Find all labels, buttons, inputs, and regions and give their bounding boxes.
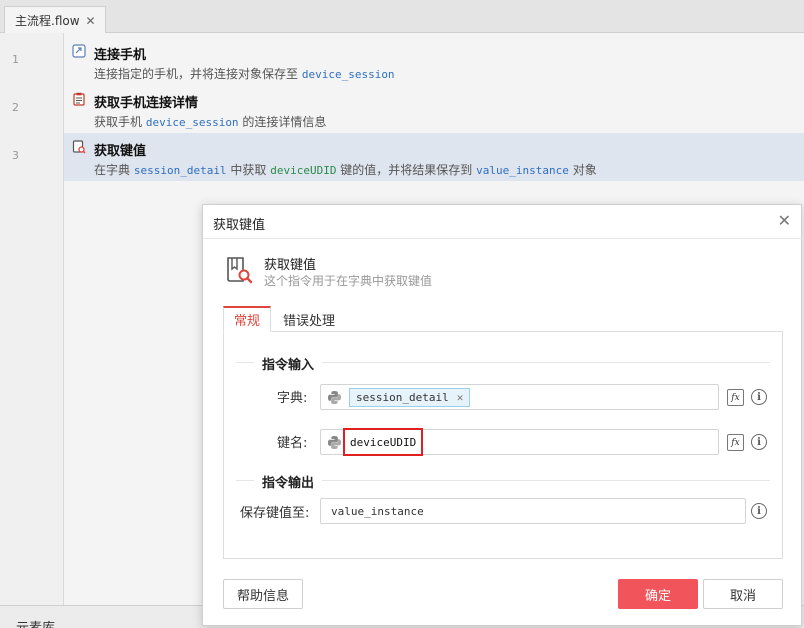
variable-chip: session_detail ✕ (349, 388, 471, 407)
clipboard-icon (73, 92, 85, 106)
variable-token: value_instance (476, 164, 569, 177)
flow-step-get-connection-details[interactable]: 获取手机连接详情 获取手机 device_session 的连接详情信息 (64, 85, 804, 133)
cancel-button[interactable]: 取消 (703, 579, 783, 609)
save-field[interactable]: value_instance (320, 498, 746, 524)
step-desc: 连接指定的手机，并将连接对象保存至 device_session (94, 67, 395, 81)
key-value-highlight[interactable]: deviceUDID (343, 428, 423, 456)
variable-token: device_session (301, 68, 395, 81)
link-icon (72, 44, 86, 58)
info-icon[interactable]: i (751, 503, 767, 519)
step-title: 连接手机 (94, 48, 147, 63)
tab-label: 主流程.flow (15, 14, 80, 28)
step-desc: 获取手机 device_session 的连接详情信息 (94, 115, 327, 129)
chip-remove-icon[interactable]: ✕ (457, 391, 464, 404)
save-value: value_instance (331, 505, 424, 518)
general-panel: 指令输入 字典: session_detail ✕ fx i 键名: devic… (223, 331, 783, 559)
variable-token: session_detail (133, 164, 227, 177)
flow-step-connect-phone[interactable]: 连接手机 连接指定的手机，并将连接对象保存至 device_session (64, 37, 804, 85)
dictionary-search-icon (72, 140, 86, 154)
ok-button[interactable]: 确定 (618, 579, 698, 609)
chip-label: session_detail (356, 391, 449, 404)
info-icon[interactable]: i (751, 389, 767, 405)
key-label: 键名: (277, 436, 308, 451)
close-icon[interactable]: ✕ (778, 211, 791, 230)
key-token: deviceUDID (270, 164, 337, 177)
tab-main-flow[interactable]: 主流程.flow ✕ (4, 6, 106, 34)
line-number: 2 (12, 101, 19, 114)
step-title: 获取手机连接详情 (94, 96, 199, 111)
info-icon[interactable]: i (751, 434, 767, 450)
variable-token: device_session (145, 116, 239, 129)
python-icon (327, 435, 342, 450)
line-number: 1 (12, 53, 19, 66)
command-description: 这个指令用于在字典中获取键值 (264, 274, 433, 288)
dictionary-search-icon (227, 257, 253, 284)
save-label: 保存键值至: (240, 506, 310, 521)
dialog-header: 获取键值 ✕ (203, 205, 803, 239)
help-button[interactable]: 帮助信息 (223, 579, 303, 609)
tab-general[interactable]: 常规 (223, 306, 272, 332)
input-section-header: 指令输入 (236, 354, 770, 373)
fx-expression-icon[interactable]: fx (727, 434, 744, 451)
element-library-label: 元素库 (16, 617, 55, 628)
command-name: 获取键值 (264, 258, 317, 273)
dict-label: 字典: (277, 391, 308, 406)
step-title: 获取键值 (94, 144, 147, 159)
python-icon (327, 390, 342, 405)
line-gutter: 1 2 3 (0, 33, 64, 605)
output-section-header: 指令输出 (236, 472, 770, 491)
dict-field[interactable]: session_detail ✕ (320, 384, 719, 410)
key-field[interactable]: deviceUDID (320, 428, 719, 456)
step-desc: 在字典 session_detail 中获取 deviceUDID 键的值，并将… (94, 163, 597, 177)
editor-tab-bar: 主流程.flow ✕ (0, 0, 804, 34)
line-number: 3 (12, 149, 19, 162)
fx-expression-icon[interactable]: fx (727, 389, 744, 406)
flow-step-get-key-value[interactable]: 获取键值 在字典 session_detail 中获取 deviceUDID 键… (64, 133, 804, 181)
tab-error-handling[interactable]: 错误处理 (273, 306, 345, 332)
get-key-value-dialog: 获取键值 ✕ 获取键值 这个指令用于在字典中获取键值 常规 错误处理 指令输入 … (202, 204, 803, 626)
dialog-tabs: 常规 错误处理 (223, 306, 783, 332)
dialog-title: 获取键值 (213, 218, 266, 233)
tab-close-icon[interactable]: ✕ (86, 14, 96, 28)
